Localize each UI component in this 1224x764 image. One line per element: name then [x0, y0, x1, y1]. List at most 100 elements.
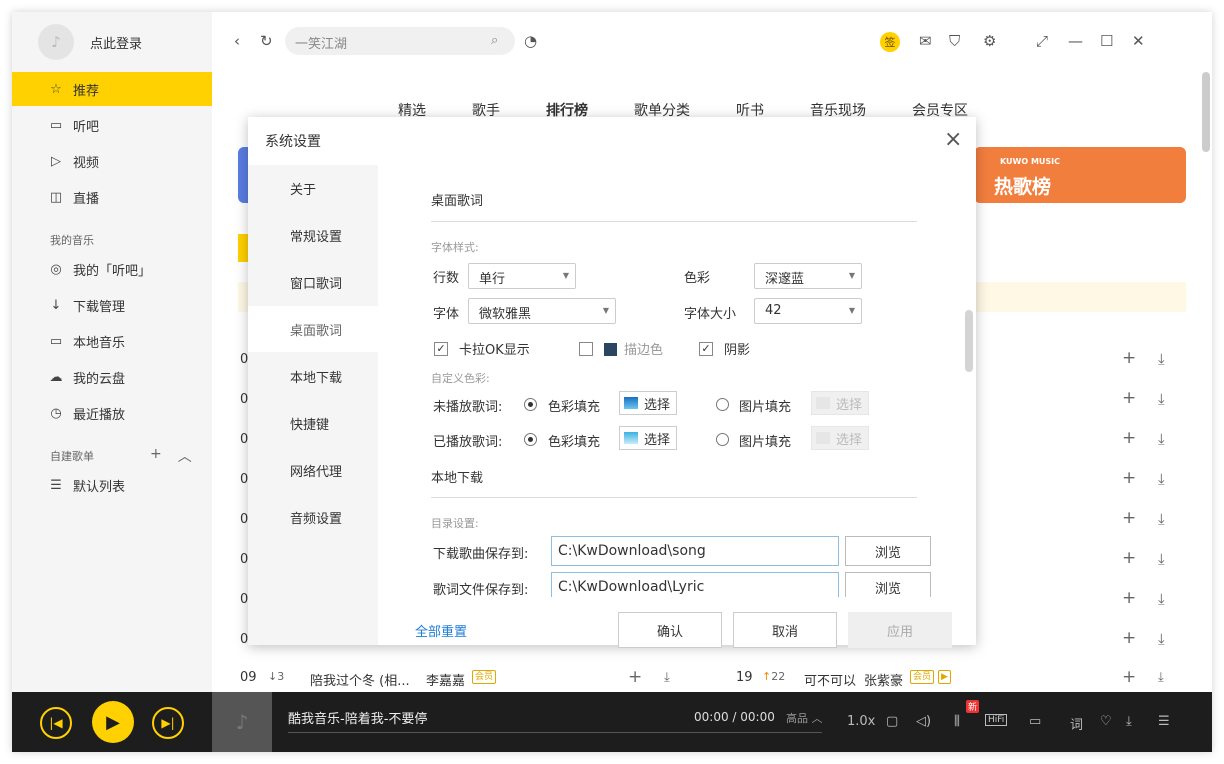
maximize-icon[interactable]: ☐ — [1100, 32, 1113, 50]
sidebar-item-video[interactable]: ▷ 视频 — [12, 144, 212, 178]
login-label[interactable]: 点此登录 — [90, 33, 142, 52]
sidebar-item-default-list[interactable]: ☰ 默认列表 — [12, 468, 212, 502]
color-select[interactable]: 深邃蓝 ▼ — [754, 263, 862, 289]
avatar[interactable]: ♪ — [38, 24, 74, 60]
sidebar-item-live[interactable]: ◫ 直播 — [12, 180, 212, 214]
mv-icon[interactable]: ▶ — [938, 670, 951, 684]
reset-all-link[interactable]: 全部重置 — [415, 621, 467, 640]
sidebar-item-downloads[interactable]: ↓ 下载管理 — [12, 288, 212, 322]
sidebar-item-my-tingba[interactable]: ◎ 我的「听吧」 — [12, 252, 212, 286]
search-icon[interactable]: ⌕ — [491, 33, 498, 48]
settings-icon[interactable]: ⚙ — [983, 32, 996, 50]
rows-select[interactable]: 单行 ▼ — [468, 263, 576, 289]
speed-button[interactable]: 1.0x — [847, 714, 875, 729]
add-to-list-icon[interactable]: + — [1122, 508, 1136, 528]
sidebar-item-cloud[interactable]: ☁ 我的云盘 — [12, 360, 212, 394]
shadow-checkbox[interactable]: ✓ — [699, 342, 713, 356]
settings-nav-audio[interactable]: 音频设置 — [248, 494, 378, 540]
search-input[interactable]: 一笑江湖 ⌕ — [285, 27, 515, 55]
download-icon[interactable]: ⤓ — [1158, 350, 1165, 368]
stroke-checkbox[interactable] — [579, 342, 593, 356]
add-to-list-icon[interactable]: + — [1122, 388, 1136, 408]
sidebar-item-tingba[interactable]: ▭ 听吧 — [12, 108, 212, 142]
song-title[interactable]: 陪我过个冬 (相... — [310, 670, 410, 689]
download-icon[interactable]: ⤓ — [1158, 590, 1165, 608]
song-artist[interactable]: 李嘉嘉 — [426, 670, 465, 689]
unplayed-image-choose-button[interactable]: 选择 — [811, 391, 869, 415]
font-select[interactable]: 微软雅黑 ▼ — [468, 298, 616, 324]
add-to-list-icon[interactable]: + — [1122, 428, 1136, 448]
download-icon[interactable]: ⤓ — [1158, 550, 1165, 568]
add-to-list-icon[interactable]: + — [1122, 667, 1136, 687]
played-image-fill-radio[interactable] — [716, 433, 729, 446]
mail-icon[interactable]: ✉ — [919, 32, 932, 50]
sidebar-item-local-music[interactable]: ▭ 本地音乐 — [12, 324, 212, 358]
hifi-button[interactable]: HiFi — [985, 714, 1008, 726]
played-image-choose-button[interactable]: 选择 — [811, 426, 869, 450]
download-icon[interactable]: ⤓ — [1158, 670, 1164, 685]
add-to-list-icon[interactable]: + — [1122, 588, 1136, 608]
unplayed-color-fill-radio[interactable] — [524, 398, 537, 411]
played-color-fill-radio[interactable] — [524, 433, 537, 446]
confirm-button[interactable]: 确认 — [618, 612, 722, 648]
unplayed-image-fill-radio[interactable] — [716, 398, 729, 411]
desktop-lyric-icon[interactable]: ▢ — [886, 714, 898, 729]
song-title[interactable]: 可不可以 — [804, 670, 856, 689]
equalizer-icon[interactable]: ⫼ — [954, 714, 960, 729]
content-scrollbar[interactable] — [1202, 72, 1210, 152]
karaoke-checkbox[interactable]: ✓ — [434, 342, 448, 356]
settings-nav-desktop-lyrics[interactable]: 桌面歌词 — [248, 306, 378, 352]
previous-track-icon[interactable]: |◀ — [40, 707, 72, 739]
download-icon[interactable]: ⤓ — [1126, 714, 1132, 729]
download-icon[interactable]: ⤓ — [1158, 470, 1165, 488]
heart-icon[interactable]: ♡ — [1100, 714, 1112, 729]
close-icon[interactable]: ✕ — [1132, 32, 1145, 50]
settings-nav-local-download[interactable]: 本地下载 — [248, 353, 378, 399]
quality-select[interactable]: 高品 ︿ — [786, 710, 823, 726]
album-cover[interactable]: ♪ — [212, 692, 272, 752]
add-to-list-icon[interactable]: + — [1122, 468, 1136, 488]
sidebar-item-recommend[interactable]: ☆ 推荐 — [12, 72, 212, 106]
mini-mode-icon[interactable]: ⤢ — [1036, 32, 1048, 50]
stroke-color-swatch[interactable] — [604, 343, 617, 356]
add-to-list-icon[interactable]: + — [1122, 628, 1136, 648]
download-icon[interactable]: ⤓ — [1158, 510, 1165, 528]
download-icon[interactable]: ⤓ — [664, 670, 670, 685]
close-icon[interactable]: × — [944, 129, 962, 151]
settings-nav-proxy[interactable]: 网络代理 — [248, 447, 378, 493]
cancel-button[interactable]: 取消 — [733, 612, 837, 648]
add-to-list-icon[interactable]: + — [1122, 348, 1136, 368]
minimize-icon[interactable]: — — [1068, 32, 1083, 50]
settings-nav-general[interactable]: 常规设置 — [248, 212, 378, 258]
song-dir-input[interactable]: C:\KwDownload\song — [551, 536, 839, 566]
playlist-icon[interactable]: ☰ — [1158, 714, 1170, 729]
download-icon[interactable]: ⤓ — [1158, 430, 1165, 448]
download-icon[interactable]: ⤓ — [1158, 630, 1165, 648]
tiktok-icon[interactable]: ◔ — [524, 32, 537, 50]
progress-bar[interactable] — [288, 732, 822, 733]
play-icon[interactable]: ▶ — [92, 701, 134, 743]
settings-nav-window-lyrics[interactable]: 窗口歌词 — [248, 259, 378, 305]
comment-icon[interactable]: ▭ — [1029, 714, 1041, 729]
settings-scrollbar[interactable] — [965, 310, 973, 372]
add-to-list-icon[interactable]: + — [628, 667, 642, 687]
apply-button[interactable]: 应用 — [848, 612, 952, 648]
next-track-icon[interactable]: ▶| — [152, 707, 184, 739]
song-artist[interactable]: 张紫豪 — [864, 670, 903, 689]
login-area[interactable]: ♪ 点此登录 — [38, 24, 142, 60]
song-dir-browse-button[interactable]: 浏览 — [845, 536, 931, 566]
add-to-list-icon[interactable]: + — [1122, 548, 1136, 568]
played-choose-button[interactable]: 选择 — [619, 426, 677, 450]
settings-nav-shortcuts[interactable]: 快捷键 — [248, 400, 378, 446]
sidebar-item-recent[interactable]: ◷ 最近播放 — [12, 396, 212, 430]
skin-icon[interactable]: ⛉ — [949, 32, 960, 50]
back-icon[interactable]: ‹ — [234, 32, 240, 50]
refresh-icon[interactable]: ↻ — [260, 32, 273, 50]
lyric-button[interactable]: 词 — [1070, 714, 1083, 733]
settings-nav-about[interactable]: 关于 — [248, 165, 378, 211]
volume-icon[interactable]: ◁) — [916, 714, 931, 729]
unplayed-choose-button[interactable]: 选择 — [619, 391, 677, 415]
font-size-select[interactable]: 42 ▼ — [754, 298, 862, 324]
chevron-up-icon[interactable]: ︿ — [178, 446, 192, 466]
plus-icon[interactable]: + — [150, 446, 162, 466]
